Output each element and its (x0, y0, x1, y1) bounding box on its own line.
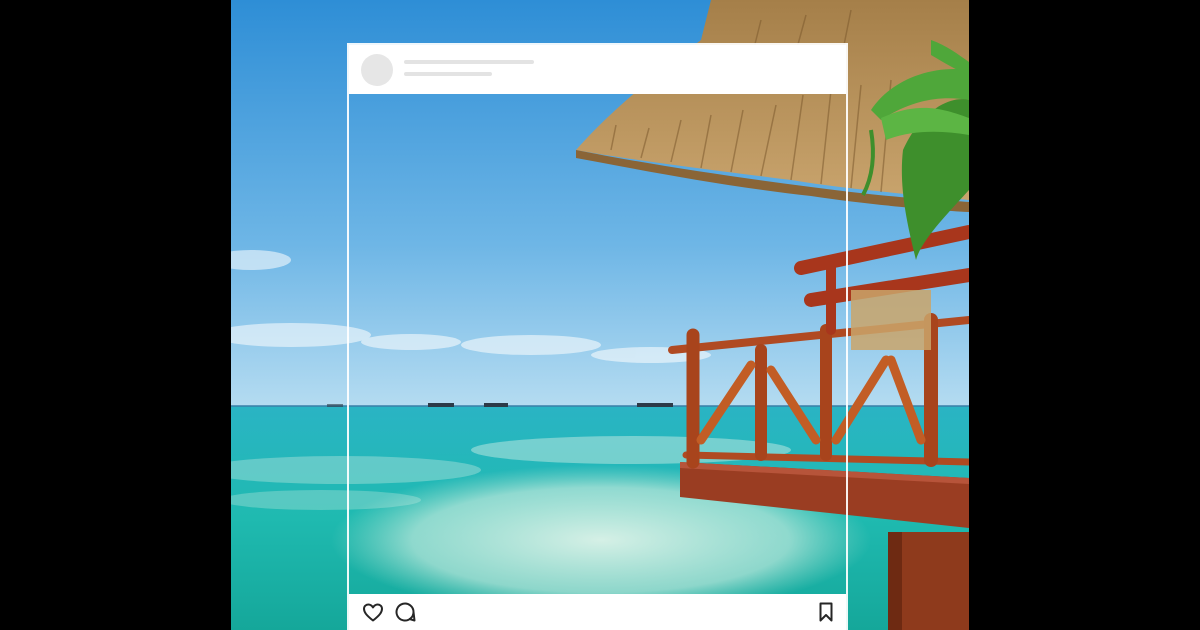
post-card[interactable] (347, 43, 848, 630)
username-placeholder (404, 60, 534, 64)
comment-icon[interactable] (393, 600, 417, 624)
video-frame (0, 0, 1200, 630)
bookmark-icon[interactable] (814, 600, 838, 624)
post-header (349, 45, 846, 94)
avatar[interactable] (361, 54, 393, 86)
post-actions (349, 594, 846, 630)
heart-icon[interactable] (361, 600, 385, 624)
location-placeholder (404, 72, 492, 76)
